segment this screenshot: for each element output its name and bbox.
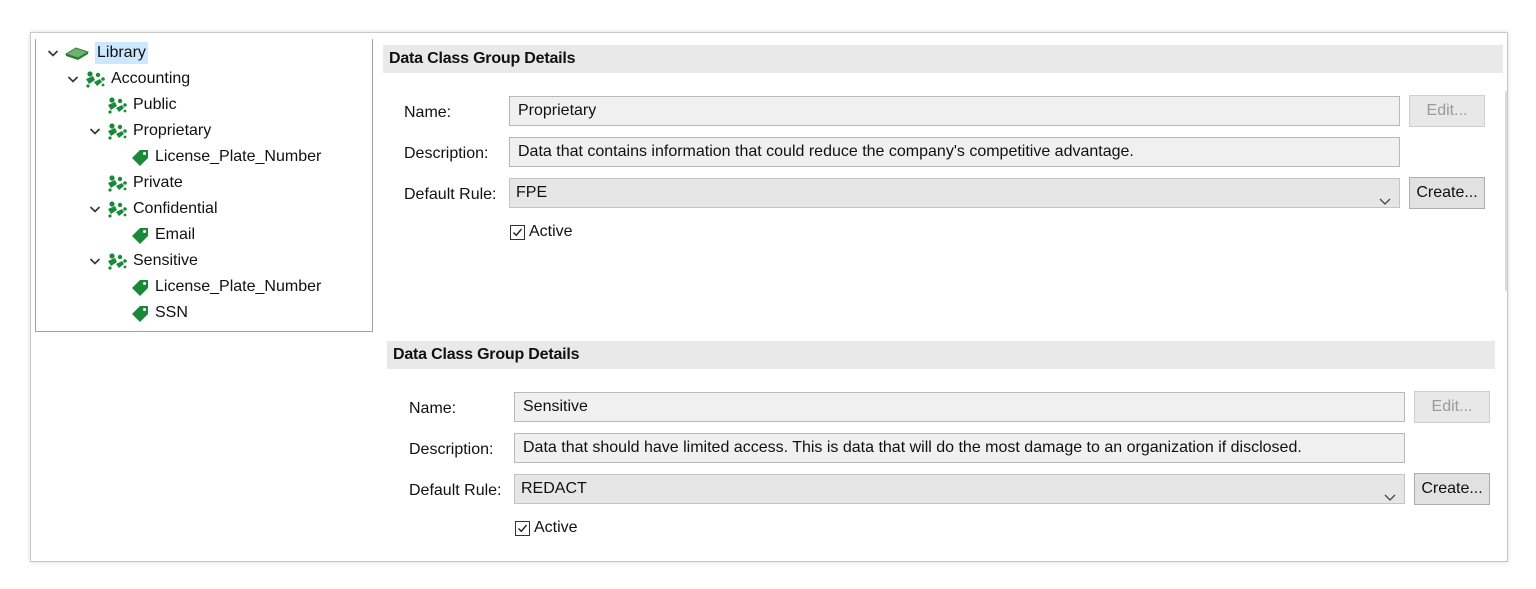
active-checkbox[interactable]: Active: [515, 517, 578, 539]
default-rule-label: Default Rule:: [404, 186, 497, 203]
tag-icon: [130, 278, 150, 296]
library-tree[interactable]: Library Accounting Public Proprietary Licens…: [35, 39, 373, 332]
checkbox-box[interactable]: [510, 224, 525, 240]
tree-item[interactable]: Email: [112, 223, 195, 247]
tree-item[interactable]: Proprietary: [88, 119, 211, 143]
edit-button[interactable]: Edit...: [1409, 95, 1485, 127]
tree-item-label: Library: [95, 42, 148, 64]
chevron-down-icon[interactable]: [88, 202, 102, 216]
tree-item[interactable]: License_Plate_Number: [112, 275, 321, 299]
create-button[interactable]: Create...: [1414, 473, 1490, 505]
description-field[interactable]: Data that contains information that coul…: [509, 137, 1400, 167]
description-label: Description:: [404, 145, 489, 162]
active-label: Active: [529, 223, 573, 240]
chevron-down-icon: [1384, 484, 1396, 512]
tag-icon: [130, 148, 150, 166]
tree-item[interactable]: License_Plate_Number: [112, 145, 321, 169]
create-button[interactable]: Create...: [1409, 177, 1485, 209]
default-rule-value: REDACT: [521, 480, 587, 497]
chevron-down-icon: [1379, 188, 1391, 216]
default-rule-label: Default Rule:: [409, 482, 502, 499]
chevron-down-icon[interactable]: [88, 254, 102, 268]
description-label: Description:: [409, 441, 494, 458]
tree-item[interactable]: Public: [88, 93, 177, 117]
group-icon: [84, 70, 106, 88]
tag-icon: [130, 226, 150, 244]
tree-item[interactable]: Library: [46, 41, 148, 65]
tree-item-label: Accounting: [111, 70, 191, 87]
tree-item-label: Sensitive: [133, 252, 198, 269]
tree-item[interactable]: Private: [88, 171, 183, 195]
tree-item[interactable]: Accounting: [66, 67, 190, 91]
tree-item-label: License_Plate_Number: [155, 278, 322, 295]
group-icon: [106, 96, 128, 114]
details-panel-proprietary: Data Class Group Details Name: Proprieta…: [383, 45, 1507, 291]
default-rule-value: FPE: [516, 184, 548, 201]
panel-header: Data Class Group Details: [383, 45, 1503, 73]
tree-item-label: Proprietary: [133, 122, 212, 139]
tree-item-label: Public: [133, 96, 177, 113]
default-rule-select[interactable]: FPE: [509, 178, 1400, 208]
active-label: Active: [534, 519, 578, 536]
tree-item[interactable]: SSN: [112, 301, 188, 325]
chevron-down-icon[interactable]: [66, 72, 80, 86]
library-icon: [64, 45, 90, 61]
name-label: Name:: [409, 400, 457, 417]
checkbox-box[interactable]: [515, 520, 530, 536]
default-rule-select[interactable]: REDACT: [514, 474, 1405, 504]
panel-header: Data Class Group Details: [387, 341, 1495, 369]
chevron-down-icon[interactable]: [88, 124, 102, 138]
active-checkbox[interactable]: Active: [510, 221, 573, 243]
chevron-down-icon[interactable]: [46, 46, 60, 60]
tree-item[interactable]: Confidential: [88, 197, 218, 221]
group-icon: [106, 252, 128, 270]
tree-item[interactable]: Sensitive: [88, 249, 198, 273]
tree-item-label: SSN: [155, 304, 188, 321]
tag-icon: [130, 304, 150, 322]
panel-scroll-edge: [1505, 91, 1507, 291]
tree-item-label: Private: [133, 174, 183, 191]
name-field[interactable]: Sensitive: [514, 392, 1405, 422]
group-icon: [106, 174, 128, 192]
name-field[interactable]: Proprietary: [509, 96, 1400, 126]
edit-button[interactable]: Edit...: [1414, 391, 1490, 423]
tree-item-label: Email: [155, 226, 196, 243]
app-window: Library Accounting Public Proprietary Licens…: [30, 32, 1508, 562]
tree-item-label: License_Plate_Number: [155, 148, 322, 165]
name-label: Name:: [404, 104, 452, 121]
details-panel-sensitive: Data Class Group Details Name: Sensitive…: [387, 341, 1509, 551]
group-icon: [106, 122, 128, 140]
tree-item-label: Confidential: [133, 200, 218, 217]
group-icon: [106, 200, 128, 218]
description-field[interactable]: Data that should have limited access. Th…: [514, 433, 1405, 463]
